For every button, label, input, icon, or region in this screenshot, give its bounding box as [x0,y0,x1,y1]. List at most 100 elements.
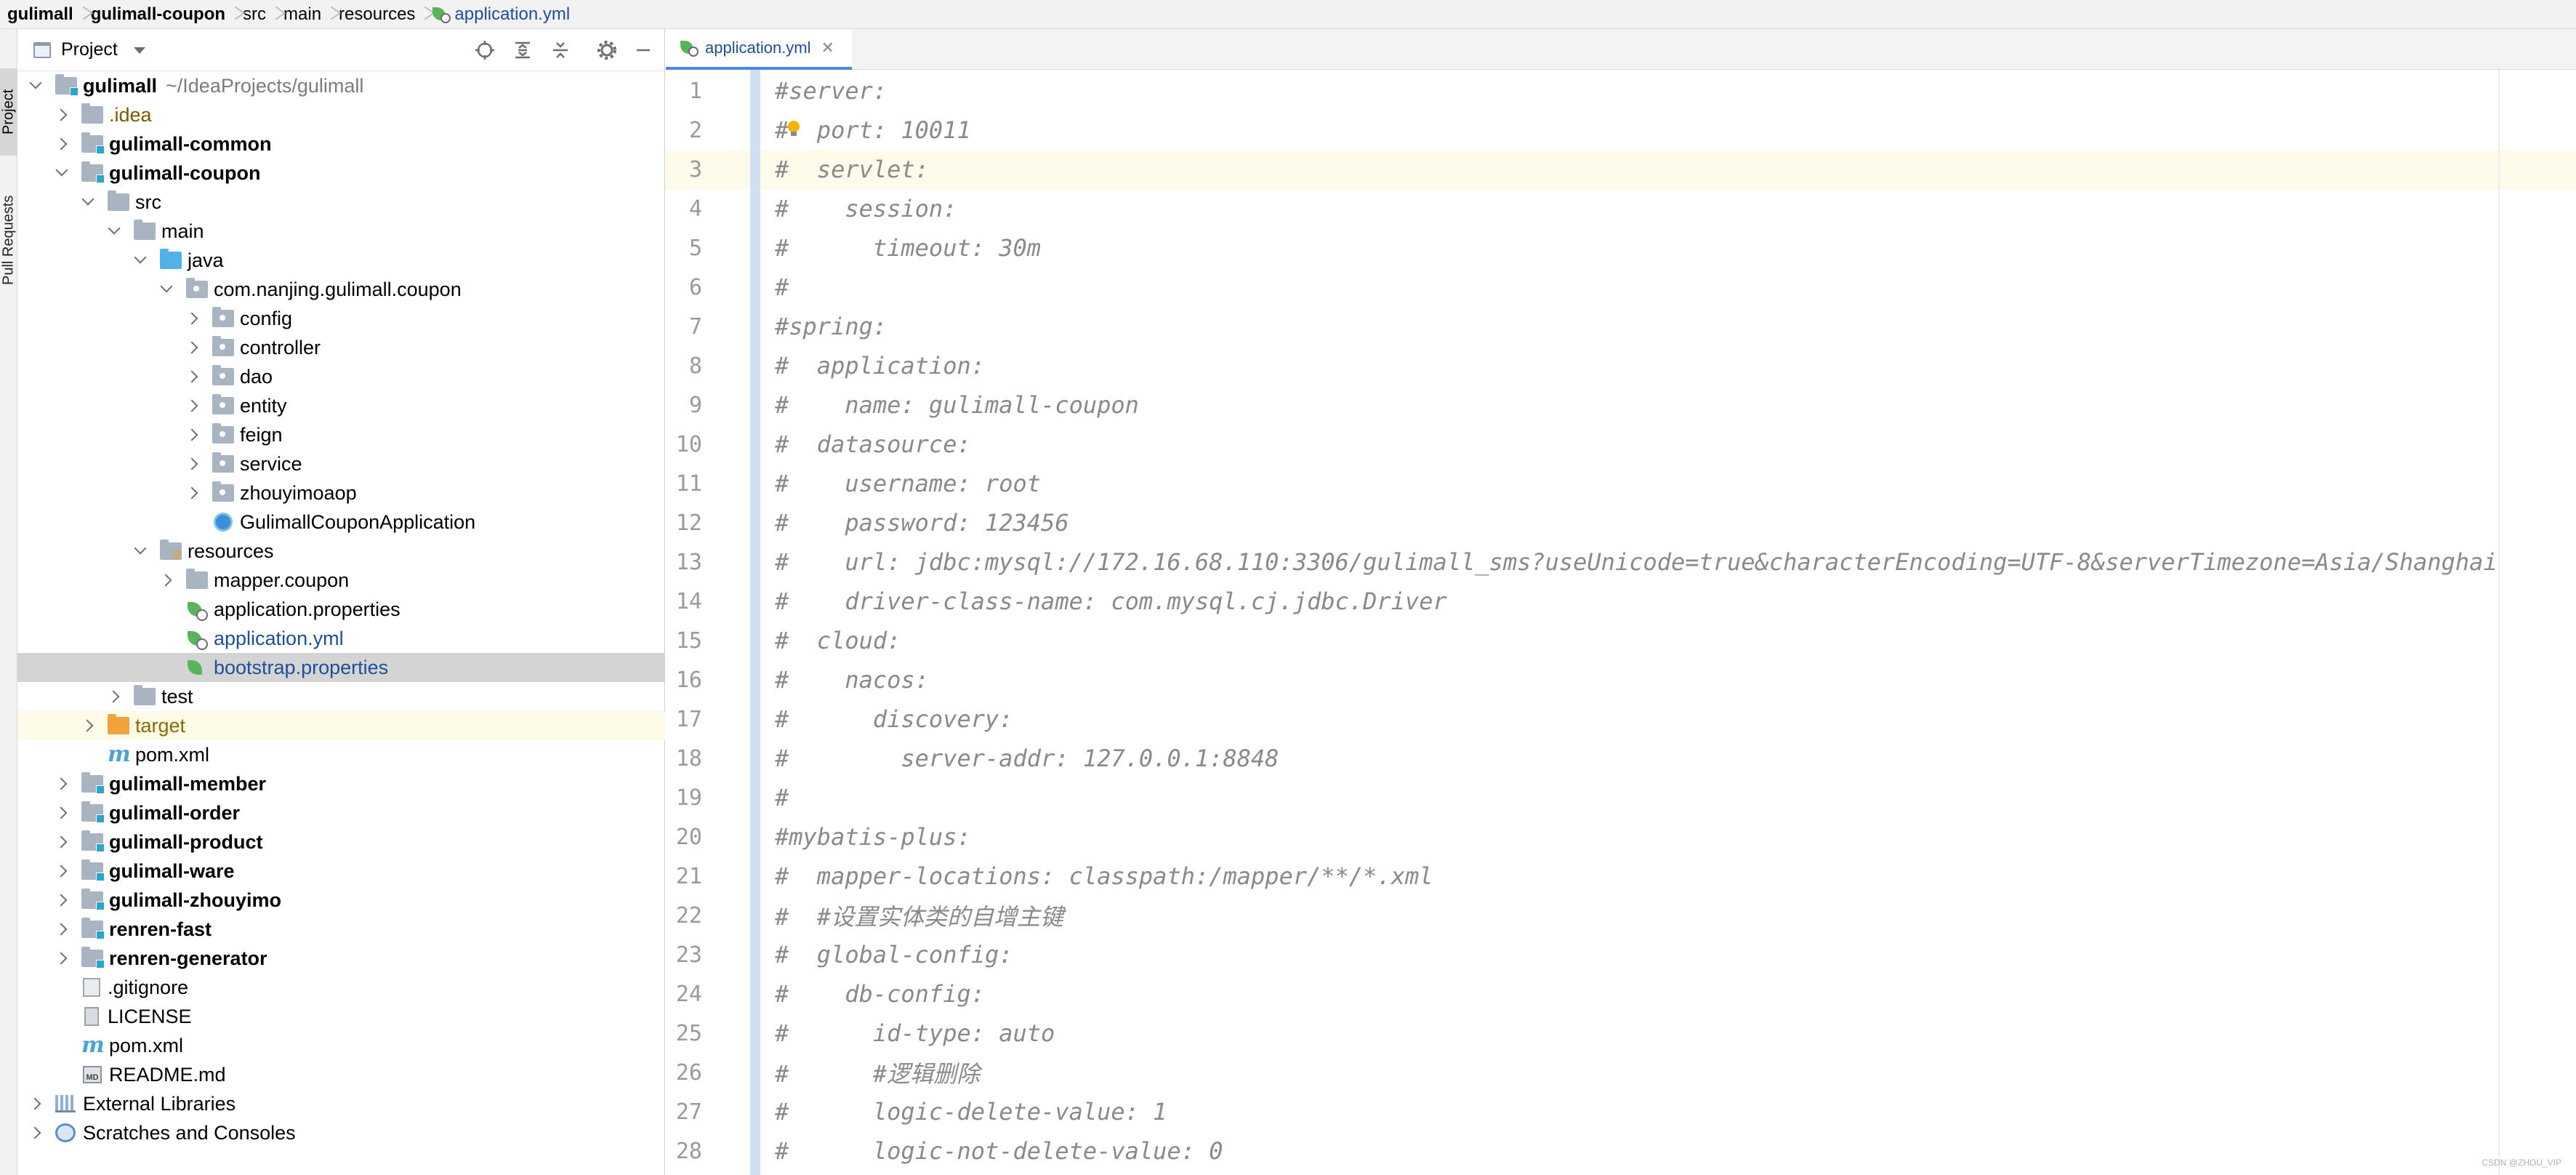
tree-item[interactable]: Scratches and Consoles [17,1118,665,1147]
code-line[interactable]: 21 # mapper-locations: classpath:/mapper/… [666,857,2576,896]
project-view-selector[interactable]: Project [33,39,145,60]
chevron-right-icon[interactable] [55,827,71,857]
chevron-right-icon[interactable] [186,333,202,362]
chevron-down-icon[interactable] [134,537,150,566]
chevron-right-icon[interactable] [29,1089,45,1118]
code-line[interactable]: 7 #spring: [666,307,2576,346]
chevron-right-icon[interactable] [186,449,202,478]
tree-item[interactable]: dao [17,362,665,391]
tree-item[interactable]: test [17,682,665,711]
code-line[interactable]: 18 # server-addr: 127.0.0.1:8848 [666,739,2576,778]
code-line[interactable]: 2 # port: 10011 [666,111,2576,150]
tree-item[interactable]: gulimall-product [17,827,665,857]
tree-item[interactable]: MD README.md [17,1060,665,1089]
chevron-right-icon[interactable] [186,391,202,420]
chevron-right-icon[interactable] [108,682,124,711]
code-line[interactable]: 1 #server: [666,71,2576,111]
code-line[interactable]: 28 # logic-not-delete-value: 0 [666,1131,2576,1171]
code-line[interactable]: 19 # [666,778,2576,817]
tree-item[interactable]: gulimall-member [17,769,665,798]
chevron-right-icon[interactable] [186,420,202,449]
chevron-right-icon[interactable] [29,1118,45,1147]
code-line[interactable]: 4 # session: [666,189,2576,228]
chevron-right-icon[interactable] [186,362,202,391]
code-line[interactable]: 24 # db-config: [666,974,2576,1014]
code-line[interactable]: 8 # application: [666,346,2576,385]
tree-item[interactable]: java [17,246,665,275]
chevron-right-icon[interactable] [55,769,71,798]
code-line[interactable]: 3 # servlet: [666,150,2576,189]
tree-item[interactable]: .idea [17,100,665,129]
hide-panel-button[interactable] [632,39,654,61]
tool-window-tab-pull-requests[interactable]: Pull Requests [0,167,17,313]
tree-item[interactable]: service [17,449,665,478]
code-area[interactable]: 1 #server: 2 # port: 10011 3 # servlet: 4 # ses… [666,71,2576,1171]
breadcrumb-item-main[interactable]: main [279,0,326,29]
chevron-right-icon[interactable] [55,944,71,973]
code-line[interactable]: 16 # nacos: [666,660,2576,699]
chevron-right-icon[interactable] [55,798,71,827]
code-line[interactable]: 27 # logic-delete-value: 1 [666,1092,2576,1131]
chevron-right-icon[interactable] [55,129,71,159]
chevron-down-icon[interactable] [55,159,71,188]
tree-item[interactable]: application.properties [17,595,665,624]
chevron-right-icon[interactable] [55,886,71,915]
tree-item[interactable]: target [17,711,665,740]
tree-item[interactable]: .gitignore [17,973,665,1002]
tree-item[interactable]: bootstrap.properties [17,653,665,682]
tree-item[interactable]: mapper.coupon [17,566,665,595]
breadcrumb-item-resources[interactable]: resources [334,0,419,29]
chevron-down-icon[interactable] [108,217,124,246]
code-line[interactable]: 20 #mybatis-plus: [666,817,2576,857]
code-line[interactable]: 11 # username: root [666,464,2576,503]
tree-item[interactable]: com.nanjing.gulimall.coupon [17,275,665,304]
tree-item[interactable]: config [17,304,665,333]
editor-tab-application-yml[interactable]: application.yml ✕ [666,29,852,70]
tree-item[interactable]: gulimall-order [17,798,665,827]
chevron-right-icon[interactable] [186,304,202,333]
tree-item[interactable]: gulimall ~/IdeaProjects/gulimall [17,71,665,100]
tree-item[interactable]: src [17,188,665,217]
breadcrumb-item-project[interactable]: gulimall [3,0,78,29]
breadcrumb-item-module[interactable]: gulimall-coupon [86,0,230,29]
tree-item[interactable]: main [17,217,665,246]
chevron-right-icon[interactable] [160,566,176,595]
collapse-all-button[interactable] [550,39,571,61]
code-line[interactable]: 22 # #设置实体类的自增主键 [666,896,2576,935]
tree-item[interactable]: m pom.xml [17,740,665,769]
tree-item[interactable]: renren-generator [17,944,665,973]
tree-item[interactable]: application.yml [17,624,665,653]
locate-file-button[interactable] [474,39,496,61]
tool-window-tab-project[interactable]: Project [0,68,17,156]
code-line[interactable]: 6 # [666,268,2576,307]
chevron-right-icon[interactable] [55,857,71,886]
chevron-right-icon[interactable] [55,100,71,129]
chevron-right-icon[interactable] [55,915,71,944]
code-line[interactable]: 10 # datasource: [666,425,2576,464]
tree-item[interactable]: GulimallCouponApplication [17,508,665,537]
chevron-right-icon[interactable] [186,478,202,508]
tree-item[interactable]: LICENSE [17,1002,665,1031]
tree-item[interactable]: zhouyimoaop [17,478,665,508]
tree-item[interactable]: renren-fast [17,915,665,944]
code-line[interactable]: 12 # password: 123456 [666,503,2576,542]
code-line[interactable]: 14 # driver-class-name: com.mysql.cj.jdbc… [666,582,2576,621]
close-icon[interactable]: ✕ [821,39,834,57]
code-line[interactable]: 17 # discovery: [666,699,2576,739]
tree-item[interactable]: m pom.xml [17,1031,665,1060]
code-line[interactable]: 13 # url: jdbc:mysql://172.16.68.110:3306… [666,542,2576,582]
code-line[interactable]: 5 # timeout: 30m [666,228,2576,268]
chevron-down-icon[interactable] [81,188,97,217]
chevron-down-icon[interactable] [29,71,45,100]
code-line[interactable]: 26 # #逻辑删除 [666,1053,2576,1092]
tree-item[interactable]: feign [17,420,665,449]
code-line[interactable]: 23 # global-config: [666,935,2576,974]
tree-item[interactable]: entity [17,391,665,420]
chevron-right-icon[interactable] [81,711,97,740]
expand-all-button[interactable] [512,39,534,61]
breadcrumb-item-file[interactable]: application.yml [428,0,574,29]
options-button[interactable] [596,39,618,61]
intention-bulb-icon[interactable] [786,121,801,138]
code-line[interactable]: 25 # id-type: auto [666,1014,2576,1053]
tree-item[interactable]: gulimall-common [17,129,665,159]
